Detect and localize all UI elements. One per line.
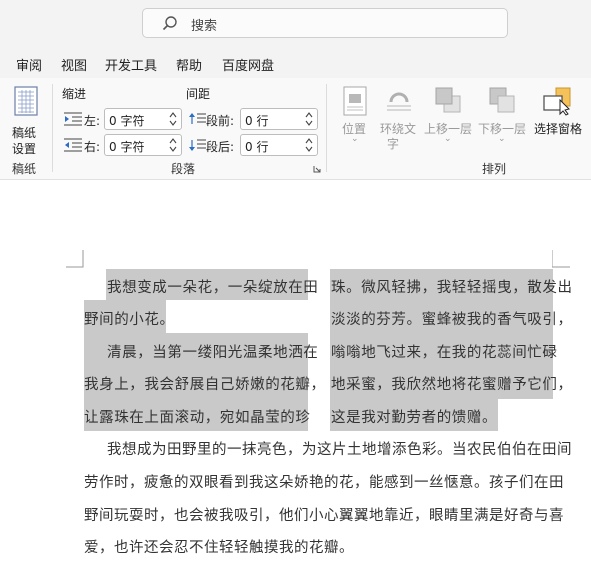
spacing-after-value: 0 行 <box>245 140 269 154</box>
indent-left-input[interactable]: 0 字符 <box>104 108 182 130</box>
column-2-line: 地采蜜，我欣然地将花蜜赠予它们， <box>331 377 573 393</box>
wrap-text-icon <box>387 92 411 111</box>
ribbon: 稿纸 设置 稿纸 缩进 间距 左: 0 字符 右: 0 字符 段前: 0 行 段… <box>0 78 591 180</box>
tab-baidu-netdisk[interactable]: 百度网盘 <box>222 55 274 74</box>
paper-grid-icon <box>14 86 38 116</box>
tab-developer[interactable]: 开发工具 <box>105 55 157 74</box>
column-2-line: 淡淡的芬芳。蜜蜂被我的香气吸引， <box>331 312 573 328</box>
indent-right-label: 右: <box>84 140 101 154</box>
paragraph-line: 我想成为田野里的一抹亮色，为这片土地增添色彩。当农民伯伯在田间 <box>107 442 572 458</box>
indent-left-label: 左: <box>84 114 101 128</box>
paper-settings-label-1: 稿纸 <box>12 126 37 140</box>
wrap-text-button[interactable]: 环绕文 字 <box>378 84 422 154</box>
paragraph-line: 野间玩耍时，也会被我吸引，他们小心翼翼地靠近，眼睛里满是好奇与喜 <box>84 508 564 524</box>
position-icon <box>343 86 367 116</box>
tab-review[interactable]: 审阅 <box>16 55 42 74</box>
divider <box>326 84 327 172</box>
paragraph-group-label: 段落 <box>171 162 196 176</box>
column-2-line: 这是我对勤劳者的馈赠。 <box>331 410 498 426</box>
corner-mark-right <box>552 250 570 268</box>
indent-right-input[interactable]: 0 字符 <box>104 134 182 156</box>
paragraph-line: 爱，也许还会忍不住轻轻触摸我的花瓣。 <box>84 540 354 556</box>
paper-settings-button[interactable]: 稿纸 设置 <box>8 84 44 156</box>
wrap-text-label-2: 字 <box>387 137 400 151</box>
column-1-line: 让露珠在上面滚动，宛如晶莹的珍 <box>84 410 311 426</box>
indent-left-value: 0 字符 <box>109 114 145 128</box>
indent-left-icon <box>64 112 82 126</box>
column-2-line: 珠。微风轻拂，我轻轻摇曳，散发出 <box>331 280 573 296</box>
spinner-arrows-icon[interactable] <box>304 110 314 128</box>
spacing-label: 间距 <box>186 87 211 101</box>
search-placeholder: 搜索 <box>191 19 218 34</box>
selection-pane-label: 选择窗格 <box>534 122 583 136</box>
column-1-line: 清晨，当第一缕阳光温柔地洒在 <box>107 345 319 361</box>
search-box[interactable]: 搜索 <box>142 8 508 38</box>
selection-pane-button[interactable]: 选择窗格 <box>532 84 588 148</box>
chevron-down-icon: ⌄ <box>351 134 359 144</box>
tab-help[interactable]: 帮助 <box>176 55 202 74</box>
column-1-line: 我想变成一朵花，一朵绽放在田 <box>107 280 319 296</box>
spacing-before-label: 段前: <box>206 114 235 128</box>
spacing-after-icon <box>189 139 206 151</box>
title-bar: 搜索 <box>0 0 591 46</box>
spinner-arrows-icon[interactable] <box>168 110 178 128</box>
bring-forward-icon <box>435 87 461 113</box>
column-1-line: 我身上，我会舒展自己娇嫩的花瓣， <box>84 377 326 393</box>
column-1-line: 野间的小花。 <box>84 312 175 328</box>
dialog-launcher-icon[interactable] <box>313 165 321 173</box>
send-backward-icon <box>489 87 515 113</box>
spacing-after-label: 段后: <box>206 140 235 154</box>
paragraph-line: 劳作时，疲惫的双眼看到我这朵娇艳的花，能感到一丝惬意。孩子们在田 <box>84 475 564 491</box>
spinner-arrows-icon[interactable] <box>168 136 178 154</box>
send-backward-button[interactable]: 下移一层 ⌄ <box>478 84 528 148</box>
bring-forward-button[interactable]: 上移一层 ⌄ <box>424 84 472 148</box>
indent-right-icon <box>64 138 82 152</box>
tab-view[interactable]: 视图 <box>61 55 87 74</box>
corner-mark-left <box>66 250 84 268</box>
spacing-before-icon <box>189 113 206 124</box>
indent-label: 缩进 <box>62 87 87 101</box>
arrange-group-label: 排列 <box>482 162 507 176</box>
selection-pane-icon <box>543 87 571 116</box>
paper-group-label: 稿纸 <box>12 162 37 176</box>
chevron-down-icon: ⌄ <box>498 134 506 144</box>
indent-right-value: 0 字符 <box>109 140 145 154</box>
menu-bar: 审阅 视图 开发工具 帮助 百度网盘 <box>0 46 591 78</box>
search-icon <box>162 16 177 31</box>
spacing-before-value: 0 行 <box>245 114 269 128</box>
document-page[interactable]: 我想变成一朵花，一朵绽放在田 野间的小花。 清晨，当第一缕阳光温柔地洒在 我身上… <box>0 180 591 583</box>
column-2-line: 嗡嗡地飞过来，在我的花蕊间忙碌 <box>331 345 558 361</box>
spacing-after-input[interactable]: 0 行 <box>240 134 318 156</box>
position-button[interactable]: 位置 ⌄ <box>338 84 372 148</box>
divider <box>52 84 53 172</box>
spacing-before-input[interactable]: 0 行 <box>240 108 318 130</box>
paper-settings-label-2: 设置 <box>12 142 37 156</box>
chevron-down-icon: ⌄ <box>444 134 452 144</box>
spinner-arrows-icon[interactable] <box>304 136 314 154</box>
